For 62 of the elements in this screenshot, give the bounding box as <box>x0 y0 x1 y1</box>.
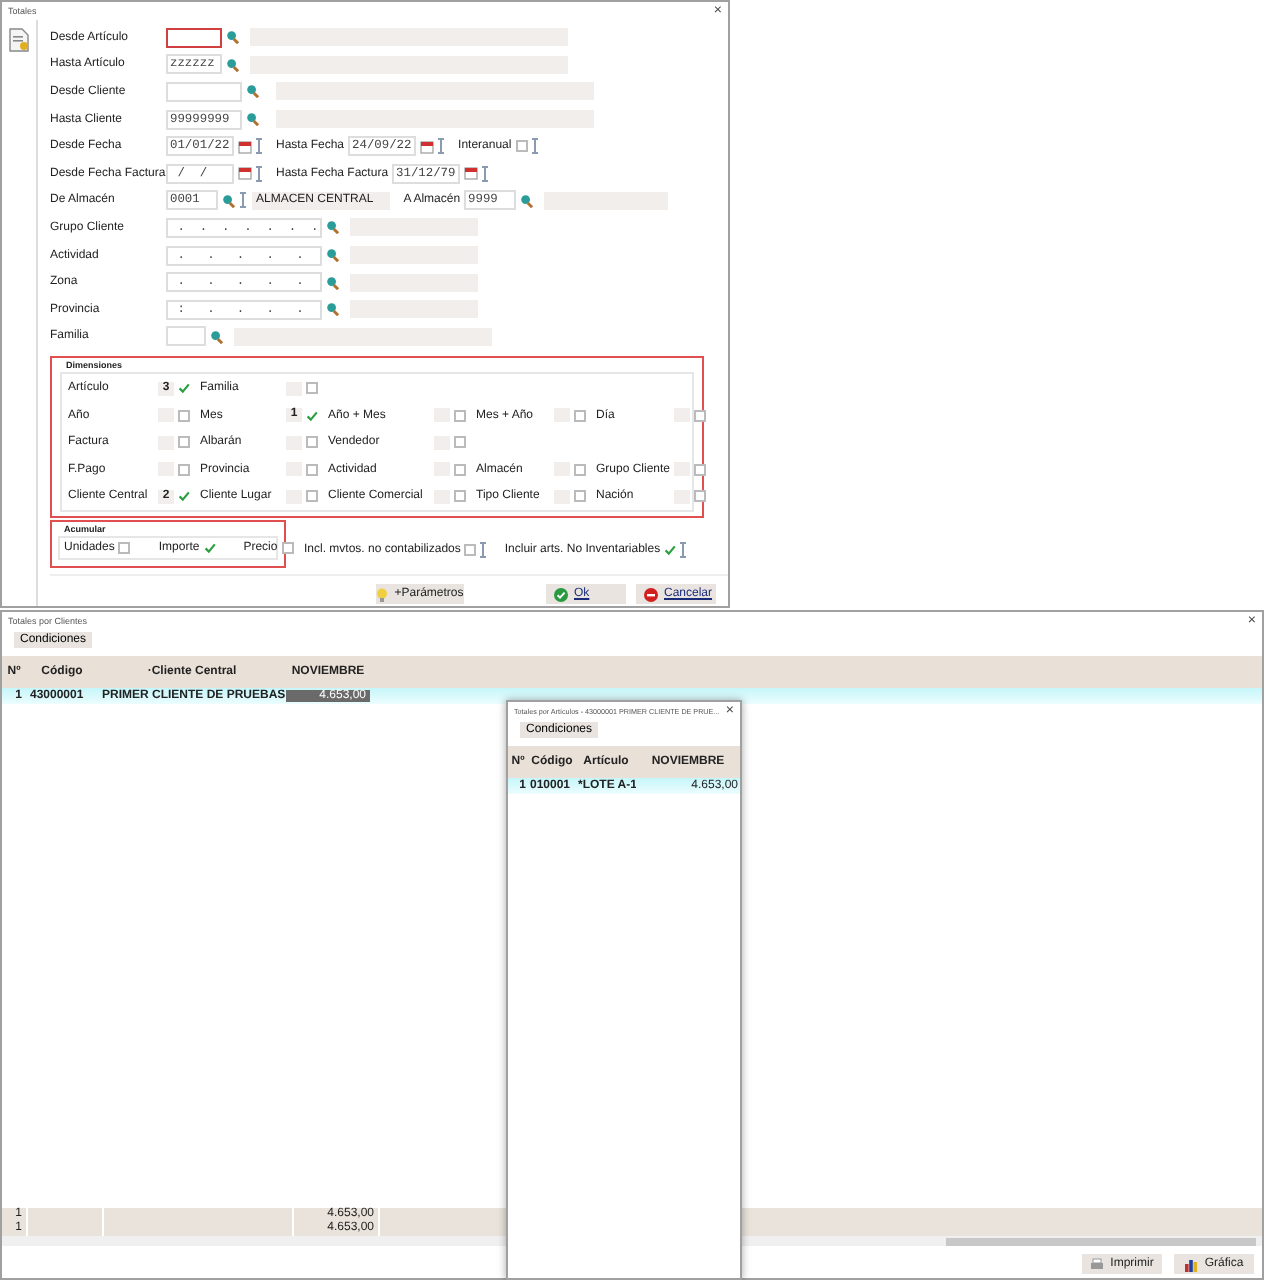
order-field[interactable] <box>674 408 691 423</box>
calendar-icon[interactable] <box>238 139 252 154</box>
checkbox[interactable] <box>306 490 318 503</box>
check-circle-icon <box>554 587 568 602</box>
printer-icon <box>1090 1257 1105 1271</box>
checkbox[interactable] <box>454 409 466 422</box>
checkbox[interactable] <box>118 542 131 555</box>
spin-icon[interactable] <box>680 541 687 558</box>
input-field[interactable] <box>166 27 222 48</box>
check-icon <box>664 543 677 556</box>
checkbox[interactable] <box>574 409 586 422</box>
check-icon <box>178 382 190 395</box>
checkbox[interactable] <box>694 490 707 503</box>
checkbox[interactable] <box>694 463 707 476</box>
search-icon[interactable] <box>246 112 260 127</box>
spin-icon[interactable] <box>482 165 489 182</box>
checkbox[interactable] <box>178 436 190 449</box>
bar-chart-icon <box>1184 1257 1199 1271</box>
checkbox[interactable] <box>306 382 318 395</box>
check-icon <box>306 409 318 422</box>
check-icon <box>203 542 216 555</box>
checkbox[interactable] <box>454 463 466 476</box>
checkbox[interactable] <box>178 409 190 422</box>
search-icon[interactable] <box>326 248 340 263</box>
spin-icon[interactable] <box>438 138 445 155</box>
search-icon[interactable] <box>226 57 240 72</box>
checkbox[interactable] <box>178 382 190 395</box>
checkbox[interactable] <box>306 409 318 422</box>
checkbox[interactable] <box>694 409 707 422</box>
lightbulb-icon <box>376 587 389 602</box>
checkbox[interactable] <box>306 436 318 449</box>
calendar-icon[interactable] <box>238 166 252 181</box>
checkbox[interactable] <box>306 463 318 476</box>
checkbox[interactable] <box>178 463 190 476</box>
checkbox[interactable] <box>664 543 677 556</box>
spin-icon[interactable] <box>256 138 262 155</box>
search-icon[interactable] <box>222 193 236 208</box>
search-icon[interactable] <box>326 275 340 290</box>
checkbox[interactable] <box>281 542 294 555</box>
document-icon[interactable] <box>8 28 30 52</box>
search-icon[interactable] <box>226 30 240 45</box>
cancel-circle-icon <box>644 587 658 602</box>
search-icon[interactable] <box>246 84 260 99</box>
check-icon <box>178 490 190 503</box>
spin-icon[interactable] <box>240 192 246 209</box>
spin-icon[interactable] <box>480 541 487 558</box>
search-icon[interactable] <box>210 329 224 344</box>
spin-icon[interactable] <box>256 165 262 182</box>
checkbox[interactable] <box>574 490 586 503</box>
checkbox[interactable] <box>178 490 190 503</box>
checkbox[interactable] <box>454 436 466 449</box>
calendar-icon[interactable] <box>420 139 435 154</box>
checkbox[interactable] <box>454 490 466 503</box>
calendar-icon[interactable] <box>464 166 479 181</box>
search-icon[interactable] <box>326 220 340 235</box>
search-icon[interactable] <box>520 193 535 208</box>
checkbox[interactable] <box>574 463 586 476</box>
checkbox[interactable] <box>203 542 216 555</box>
checkbox[interactable] <box>464 543 477 556</box>
spin-icon[interactable] <box>531 138 538 155</box>
checkbox[interactable] <box>515 140 528 153</box>
search-icon[interactable] <box>326 302 340 317</box>
